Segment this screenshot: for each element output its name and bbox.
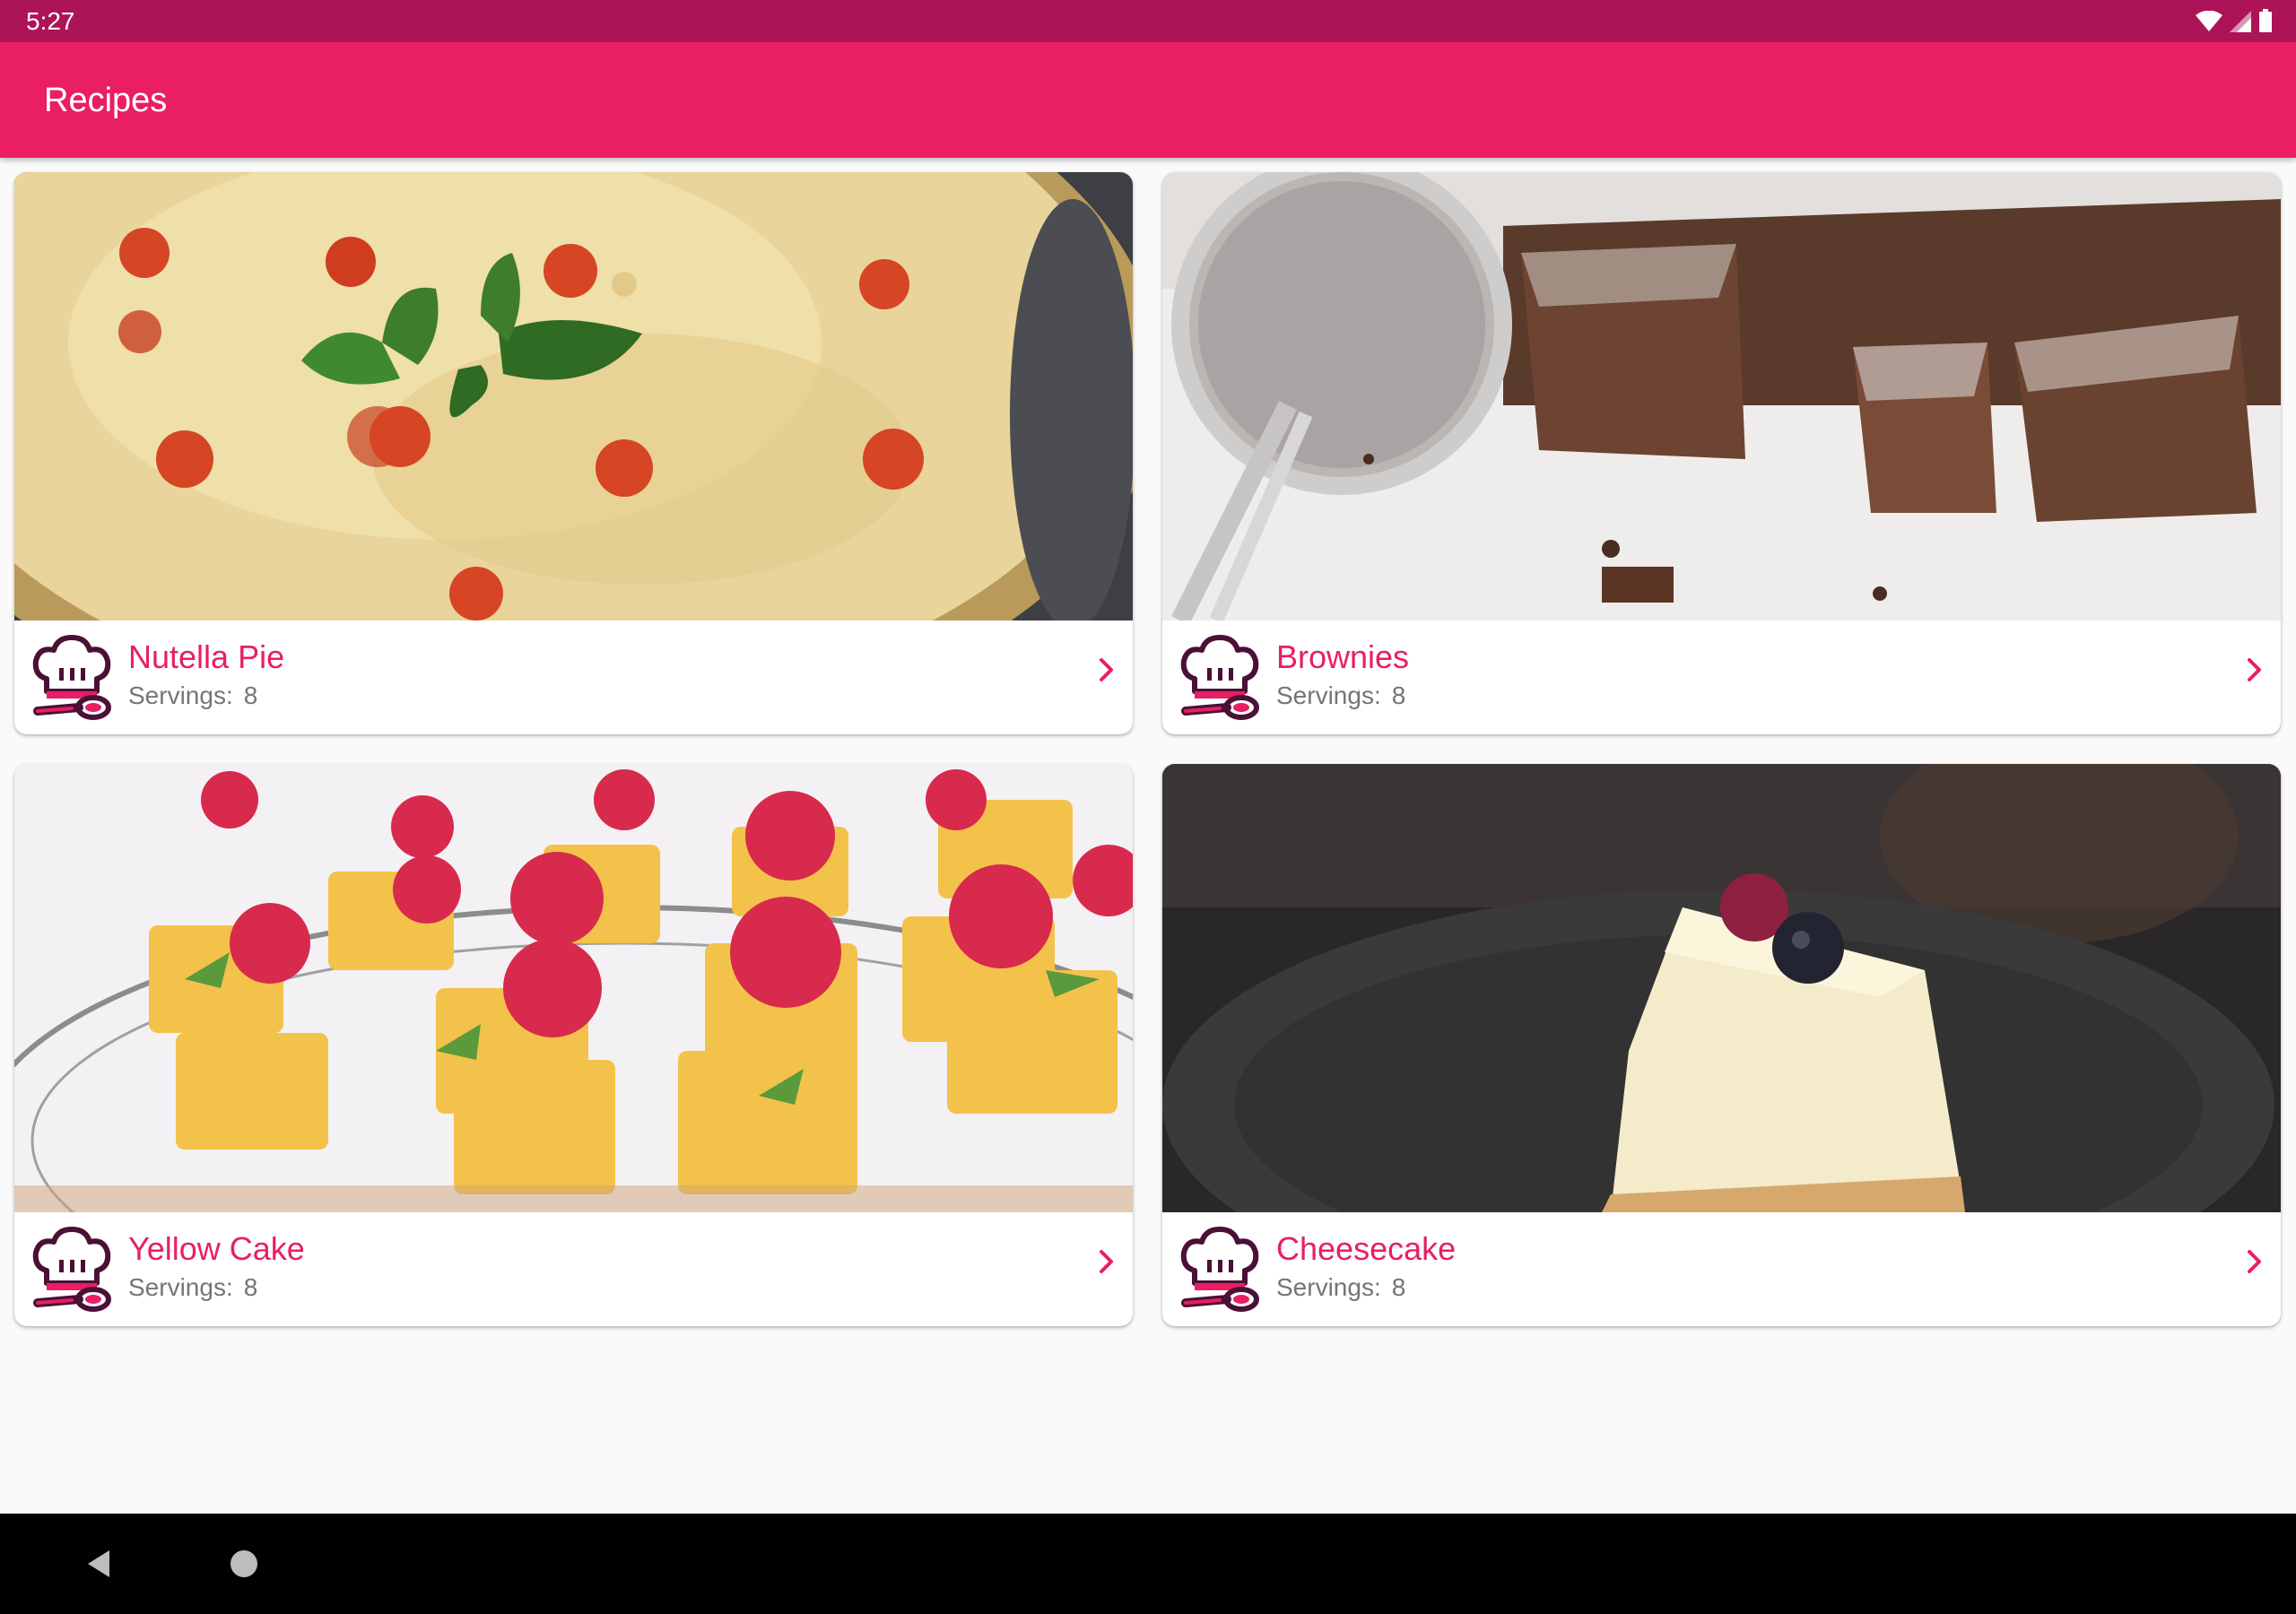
servings-value: 8 [1391,681,1406,709]
recipe-title: Yellow Cake [128,1230,305,1267]
chevron-right-icon[interactable] [1091,654,1123,686]
servings-label: Servings: [1276,681,1381,709]
wifi-icon [2196,11,2222,31]
recipe-image [1162,764,2281,1212]
recipe-card-nutella-pie[interactable]: Nutella Pie Servings: 8 [14,172,1133,734]
status-icons [2196,9,2273,32]
recipe-card-yellow-cake[interactable]: Yellow Cake Servings: 8 [14,764,1133,1326]
home-icon[interactable] [230,1550,257,1577]
servings-value: 8 [1391,1273,1406,1301]
recipe-card-cheesecake[interactable]: Cheesecake Servings: 8 [1162,764,2281,1326]
recipe-title: Brownies [1276,638,1410,675]
servings-label: Servings: [128,1273,233,1301]
servings-label: Servings: [128,681,233,709]
signal-icon [2230,11,2251,32]
navigation-bar [0,1514,2296,1614]
servings-value: 8 [243,1273,258,1301]
recipe-servings: Servings: 8 [1276,1272,1416,1303]
chef-hat-spoon-icon [32,1227,111,1312]
recipe-title: Cheesecake [1276,1230,1457,1267]
recipe-image [14,764,1133,1212]
servings-value: 8 [243,681,258,709]
chevron-right-icon[interactable] [2239,654,2271,686]
servings-label: Servings: [1276,1273,1381,1301]
status-bar: 5:27 [0,0,2296,42]
back-icon[interactable] [84,1549,115,1579]
chevron-right-icon[interactable] [2239,1245,2271,1278]
battery-icon [2259,9,2272,32]
recipe-servings: Servings: 8 [1276,681,1416,711]
page-title: Recipes [44,82,168,119]
recipe-servings: Servings: 8 [128,681,268,711]
recipe-image [14,172,1133,620]
chef-hat-spoon-icon [32,635,111,720]
chef-hat-spoon-icon [1180,1227,1259,1312]
status-time: 5:27 [26,7,75,35]
chef-hat-spoon-icon [1180,635,1259,720]
recipe-servings: Servings: 8 [128,1272,268,1303]
app-bar: Recipes [0,42,2296,158]
recipe-title: Nutella Pie [128,638,285,675]
recipe-card-brownies[interactable]: Brownies Servings: 8 [1162,172,2281,734]
chevron-right-icon[interactable] [1091,1245,1123,1278]
recipe-image [1162,172,2281,620]
